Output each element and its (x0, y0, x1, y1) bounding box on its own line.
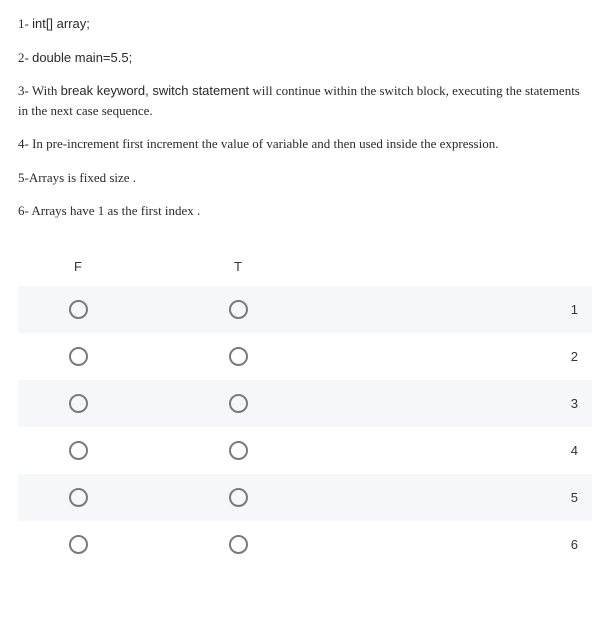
answer-row-3: 3 (18, 380, 592, 427)
radio-cell-f (18, 394, 138, 413)
radio-false-5[interactable] (69, 488, 88, 507)
statement-2: 2- double main=5.5; (18, 48, 592, 68)
row-number: 6 (338, 537, 592, 552)
radio-true-2[interactable] (229, 347, 248, 366)
stmt-prefix: 3- With (18, 83, 61, 98)
radio-false-3[interactable] (69, 394, 88, 413)
answer-row-2: 2 (18, 333, 592, 380)
statement-6: 6- Arrays have 1 as the first index . (18, 201, 592, 221)
radio-cell-f (18, 535, 138, 554)
row-number: 2 (338, 349, 592, 364)
stmt-code: int[] array; (32, 16, 90, 31)
statements-block: 1- int[] array; 2- double main=5.5; 3- W… (18, 14, 592, 221)
statement-4: 4- In pre-increment first increment the … (18, 134, 592, 154)
radio-true-4[interactable] (229, 441, 248, 460)
radio-cell-t (138, 488, 338, 507)
statement-5: 5-Arrays is fixed size . (18, 168, 592, 188)
stmt-prefix: 1- (18, 16, 32, 31)
radio-cell-f (18, 300, 138, 319)
statement-3: 3- With break keyword, switch statement … (18, 81, 592, 120)
stmt-code: double main=5.5; (32, 50, 132, 65)
header-false: F (18, 259, 138, 274)
statement-1: 1- int[] array; (18, 14, 592, 34)
row-number: 1 (338, 302, 592, 317)
radio-cell-f (18, 488, 138, 507)
header-true: T (138, 259, 338, 274)
radio-true-6[interactable] (229, 535, 248, 554)
answer-row-4: 4 (18, 427, 592, 474)
radio-true-1[interactable] (229, 300, 248, 319)
stmt-code: break keyword, switch statement (61, 83, 250, 98)
radio-false-2[interactable] (69, 347, 88, 366)
radio-cell-t (138, 535, 338, 554)
stmt-prefix: 6- Arrays have 1 as the first index . (18, 203, 200, 218)
stmt-prefix: 2- (18, 50, 32, 65)
radio-cell-t (138, 347, 338, 366)
radio-cell-f (18, 347, 138, 366)
radio-cell-t (138, 394, 338, 413)
answer-row-5: 5 (18, 474, 592, 521)
answer-row-1: 1 (18, 286, 592, 333)
radio-true-5[interactable] (229, 488, 248, 507)
radio-cell-f (18, 441, 138, 460)
row-number: 5 (338, 490, 592, 505)
stmt-prefix: 5-Arrays is fixed size . (18, 170, 136, 185)
header-row: F T (18, 249, 592, 286)
radio-cell-t (138, 300, 338, 319)
radio-false-6[interactable] (69, 535, 88, 554)
radio-false-4[interactable] (69, 441, 88, 460)
row-number: 3 (338, 396, 592, 411)
row-number: 4 (338, 443, 592, 458)
answer-row-6: 6 (18, 521, 592, 568)
stmt-prefix: 4- In pre-increment first increment the … (18, 136, 498, 151)
radio-true-3[interactable] (229, 394, 248, 413)
radio-cell-t (138, 441, 338, 460)
answer-grid: F T 1 2 3 4 (18, 249, 592, 568)
radio-false-1[interactable] (69, 300, 88, 319)
